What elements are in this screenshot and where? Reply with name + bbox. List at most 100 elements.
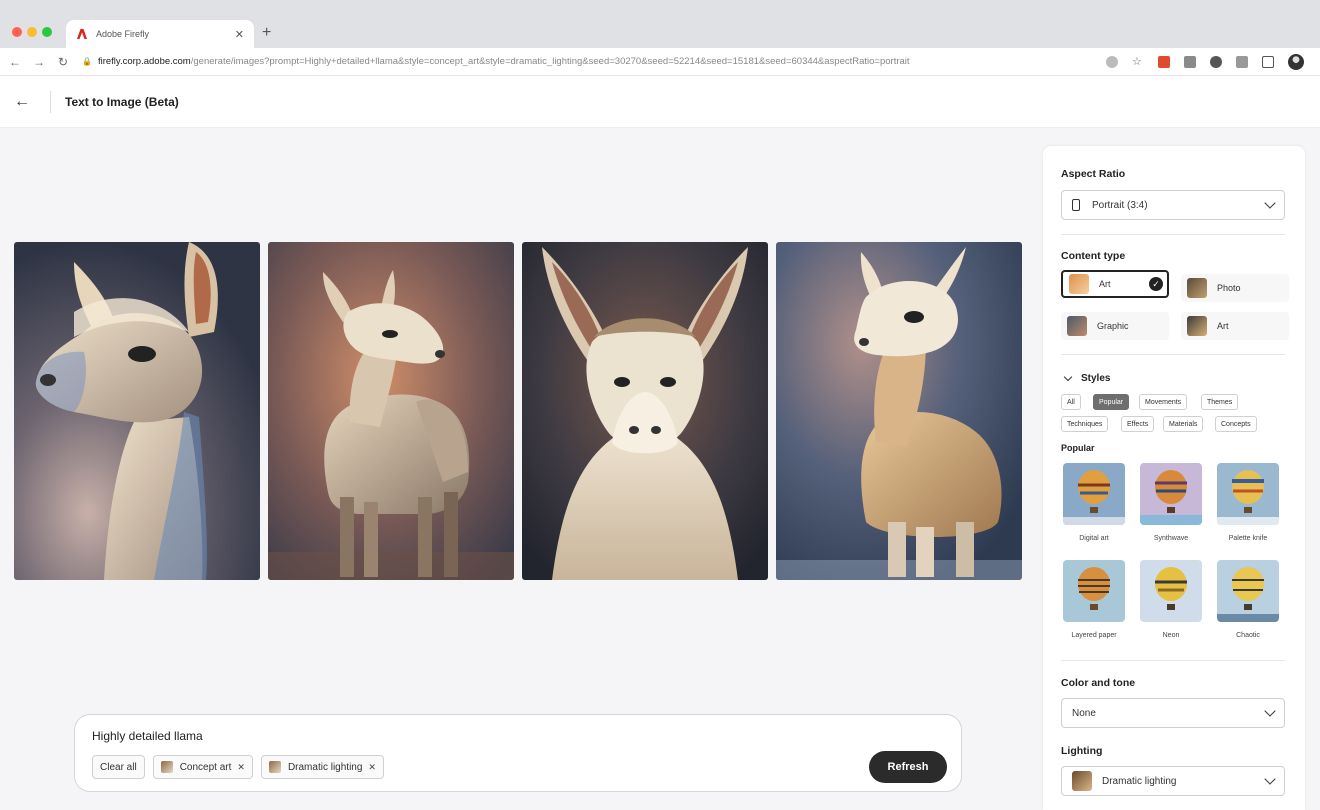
style-filter-movements[interactable]: Movements: [1139, 394, 1188, 410]
extension-icon[interactable]: [1184, 55, 1196, 68]
extension-icon[interactable]: [1210, 55, 1222, 68]
content-type-title: Content type: [1061, 250, 1126, 262]
remove-chip-icon[interactable]: ✕: [368, 762, 376, 773]
maximize-window-button[interactable]: [42, 27, 52, 37]
browser-tab-bar: Adobe Firefly ✕ +: [0, 0, 1320, 48]
style-chip-concept-art[interactable]: Concept art ✕: [152, 755, 253, 779]
style-tile-chaotic[interactable]: [1217, 560, 1279, 622]
style-filter-concepts[interactable]: Concepts: [1215, 416, 1257, 432]
style-tile-neon[interactable]: [1140, 560, 1202, 622]
style-caption: Layered paper: [1071, 632, 1117, 639]
refresh-button[interactable]: Refresh: [869, 751, 947, 783]
content-type-art-alt[interactable]: Art: [1181, 312, 1289, 340]
close-window-button[interactable]: [12, 27, 22, 37]
clear-all-button[interactable]: Clear all: [92, 755, 145, 779]
style-filter-popular[interactable]: Popular: [1093, 394, 1130, 410]
style-filter-effects[interactable]: Effects: [1121, 416, 1155, 432]
style-filter-techniques[interactable]: Techniques: [1061, 416, 1109, 432]
color-tone-title: Color and tone: [1061, 677, 1136, 689]
style-chip-dramatic-lighting[interactable]: Dramatic lighting ✕: [260, 755, 384, 779]
lighting-value: Dramatic lighting: [1102, 775, 1177, 787]
chevron-down-icon: [1264, 705, 1276, 717]
close-tab-icon[interactable]: ✕: [235, 28, 244, 41]
url-path: /generate/images?prompt=Highly+detailed+…: [190, 56, 910, 67]
style-tile-synthwave[interactable]: [1140, 463, 1202, 525]
section-divider: [1061, 354, 1285, 355]
content-type-label: Photo: [1217, 283, 1241, 293]
chip-label: Dramatic lighting: [287, 761, 363, 773]
art-thumbnail: [1069, 274, 1089, 294]
extension-icon[interactable]: [1158, 55, 1170, 68]
reload-icon[interactable]: ↻: [54, 55, 72, 69]
graphic-thumbnail: [1067, 316, 1087, 336]
content-type-photo[interactable]: Photo: [1181, 274, 1289, 302]
color-tone-dropdown[interactable]: None: [1061, 698, 1285, 728]
lighting-dropdown[interactable]: Dramatic lighting: [1061, 766, 1285, 796]
url-host: firefly.corp.adobe.com: [97, 56, 191, 67]
sidebar-icon[interactable]: [1262, 55, 1274, 68]
lighting-title: Lighting: [1061, 745, 1103, 757]
chevron-down-icon: [1264, 773, 1276, 785]
llama-image-2: [268, 242, 514, 580]
prompt-text[interactable]: Highly detailed llama: [92, 729, 203, 743]
page-title: Text to Image (Beta): [65, 94, 179, 109]
style-caption: Chaotic: [1236, 632, 1260, 639]
new-tab-icon[interactable]: +: [262, 24, 271, 42]
content-type-art[interactable]: Art ✓: [1061, 270, 1169, 298]
concept-art-thumbnail: [160, 761, 173, 773]
prompt-bar[interactable]: Highly detailed llama Clear all Concept …: [74, 714, 962, 792]
style-filter-themes[interactable]: Themes: [1201, 394, 1239, 410]
section-divider: [1061, 660, 1285, 661]
portrait-icon: [1072, 199, 1080, 211]
balloon-icon: [1063, 560, 1125, 622]
aspect-ratio-dropdown[interactable]: Portrait (3:4): [1061, 190, 1285, 220]
url-field[interactable]: 🔒 firefly.corp.adobe.com /generate/image…: [82, 52, 1092, 72]
profile-avatar[interactable]: [1288, 53, 1304, 70]
style-tile-palette-knife[interactable]: [1217, 463, 1279, 525]
forward-icon[interactable]: →: [30, 55, 48, 69]
lock-icon: 🔒: [82, 57, 92, 66]
llama-image-3: [522, 242, 768, 580]
star-icon[interactable]: ☆: [1132, 56, 1144, 68]
style-tile-layered-paper[interactable]: [1063, 560, 1125, 622]
tab-title: Adobe Firefly: [96, 29, 150, 39]
lighting-thumbnail: [1072, 771, 1092, 791]
content-type-graphic[interactable]: Graphic: [1061, 312, 1169, 340]
section-divider: [1061, 234, 1285, 235]
content-type-label: Graphic: [1097, 321, 1129, 331]
balloon-icon: [1140, 463, 1202, 525]
remove-chip-icon[interactable]: ✕: [237, 762, 245, 773]
share-icon[interactable]: [1106, 55, 1118, 68]
back-icon[interactable]: ←: [6, 55, 24, 69]
style-filter-materials[interactable]: Materials: [1163, 416, 1204, 432]
browser-tab[interactable]: Adobe Firefly ✕: [66, 20, 254, 48]
dramatic-lighting-thumbnail: [268, 761, 281, 773]
generated-image[interactable]: [14, 242, 260, 580]
llama-image-1: [14, 242, 260, 580]
back-arrow-icon[interactable]: ←: [14, 93, 40, 111]
checkmark-icon: ✓: [1149, 277, 1163, 291]
settings-panel: Aspect Ratio Portrait (3:4) Content type…: [1043, 146, 1305, 810]
photo-thumbnail: [1187, 278, 1207, 298]
art-alt-thumbnail: [1187, 316, 1207, 336]
generated-image[interactable]: [776, 242, 1022, 580]
style-tile-digital-art[interactable]: [1063, 463, 1125, 525]
generated-image[interactable]: [522, 242, 768, 580]
chevron-down-icon: [1063, 372, 1073, 382]
balloon-icon: [1217, 463, 1279, 525]
styles-toggle[interactable]: Styles: [1063, 372, 1110, 384]
popular-title: Popular: [1061, 443, 1095, 453]
minimize-window-button[interactable]: [27, 27, 37, 37]
header-divider: [50, 90, 51, 113]
aspect-ratio-value: Portrait (3:4): [1092, 199, 1148, 211]
generated-image[interactable]: [268, 242, 514, 580]
balloon-icon: [1140, 560, 1202, 622]
style-caption: Digital art: [1079, 535, 1109, 542]
main-canvas: Highly detailed llama Clear all Concept …: [0, 128, 1040, 810]
app-header: ← Text to Image (Beta): [0, 76, 1320, 128]
extension-icon[interactable]: [1236, 55, 1248, 68]
aspect-ratio-title: Aspect Ratio: [1061, 168, 1126, 180]
style-filter-all[interactable]: All: [1061, 394, 1081, 410]
chip-label: Concept art: [179, 761, 232, 773]
prompt-chips: Clear all Concept art ✕ Dramatic lightin…: [92, 755, 384, 779]
